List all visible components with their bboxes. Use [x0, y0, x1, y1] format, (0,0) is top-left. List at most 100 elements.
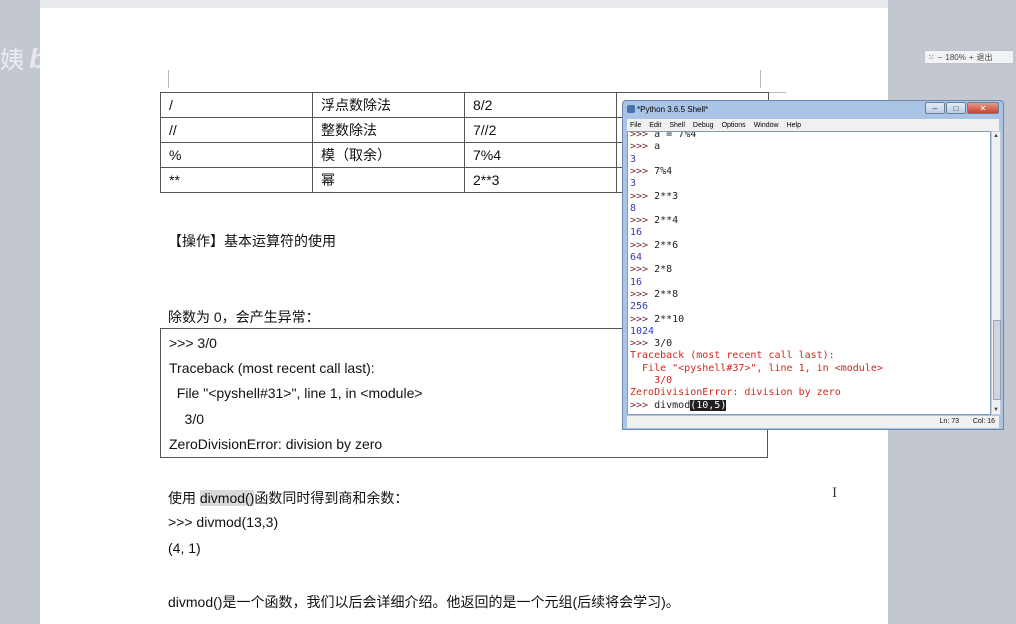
- scroll-thumb[interactable]: [993, 320, 1001, 400]
- table-cell: 幂: [312, 167, 465, 193]
- shell-line: >>> 2**3: [630, 191, 678, 203]
- menu-debug[interactable]: Debug: [693, 122, 714, 129]
- shell-current-input[interactable]: >>> divmod(10,5): [630, 399, 727, 412]
- table-cell: 模（取余）: [312, 142, 465, 168]
- divmod-intro-prefix: 使用: [168, 490, 200, 506]
- grid-icon[interactable]: ⁙: [928, 53, 935, 62]
- code-line: 3/0: [169, 411, 205, 427]
- shell-output: 64: [630, 252, 643, 263]
- shell-input: 2**10: [654, 313, 685, 325]
- python-icon: [627, 105, 635, 113]
- shell-prompt: >>>: [630, 264, 655, 276]
- crop-mark: [768, 92, 786, 93]
- shell-line: 3: [630, 178, 636, 190]
- operation-heading: 【操作】基本运算符的使用: [168, 233, 336, 249]
- shell-input: a: [654, 141, 661, 153]
- shell-line: ZeroDivisionError: division by zero: [630, 387, 841, 399]
- shell-output: 256: [630, 301, 649, 313]
- shell-text-area[interactable]: >>> a = 7%4 >>> a 3 >>> 7%4 3 >>> 2**3 8 >>> 2*…: [627, 131, 991, 415]
- table-cell: 7%4: [464, 142, 617, 168]
- selected-text: (10,5): [690, 399, 727, 411]
- scroll-down-icon[interactable]: ▼: [992, 406, 1000, 414]
- shell-line: 16: [630, 277, 642, 289]
- shell-output: 16: [630, 227, 643, 239]
- menu-window[interactable]: Window: [754, 122, 779, 129]
- shell-prompt: >>>: [630, 338, 655, 350]
- code-line: >>> 3/0: [169, 335, 217, 351]
- shell-prompt: >>>: [630, 239, 655, 251]
- shell-line: >>> a = 7%4: [630, 131, 696, 141]
- top-strip: [0, 0, 1016, 8]
- crop-mark: [168, 70, 169, 88]
- shell-line: >>> 2**8: [630, 289, 678, 301]
- shell-line: 8: [630, 203, 636, 215]
- zoom-toolbar: ⁙ − 180% + 退出: [924, 50, 1014, 64]
- divmod-result: (4, 1): [168, 540, 201, 556]
- divmod-intro-suffix: 函数同时得到商和余数：: [254, 490, 409, 506]
- maximize-button[interactable]: □: [946, 102, 966, 114]
- shell-line: Traceback (most recent call last):: [630, 350, 835, 362]
- divmod-example: >>> divmod(13,3): [168, 514, 279, 530]
- shell-line: File "<pyshell#37>", line 1, in <module>: [630, 363, 883, 375]
- crop-mark: [760, 70, 761, 88]
- zoom-in-button[interactable]: +: [969, 53, 974, 62]
- shell-line: 16: [630, 227, 642, 239]
- shell-line: 256: [630, 301, 648, 313]
- column-number: Col: 16: [972, 418, 995, 425]
- table-cell: 2**3: [464, 167, 617, 193]
- shell-prompt: >>>: [630, 131, 655, 140]
- text-cursor-icon: I: [832, 486, 838, 501]
- shell-output: 16: [630, 276, 643, 288]
- menu-bar: File Edit Shell Debug Options Window Hel…: [627, 119, 999, 131]
- shell-error: File "<pyshell#37>", line 1, in <module>: [630, 362, 883, 374]
- table-cell: //: [160, 117, 313, 143]
- menu-options[interactable]: Options: [722, 122, 746, 129]
- shell-prompt: >>>: [630, 190, 655, 202]
- shell-input: 2*8: [654, 264, 673, 276]
- shell-prompt: >>>: [630, 288, 655, 300]
- shell-input: 2**8: [654, 288, 679, 300]
- zero-division-note: 除数为 0，会产生异常：: [168, 309, 320, 325]
- shell-input: divmod: [654, 399, 691, 411]
- menu-file[interactable]: File: [630, 122, 641, 129]
- shell-error: 3/0: [630, 375, 673, 386]
- shell-line: >>> 2**6: [630, 240, 678, 252]
- table-cell: **: [160, 167, 313, 193]
- shell-line: 1024: [630, 326, 654, 338]
- menu-shell[interactable]: Shell: [669, 122, 685, 129]
- divmod-note: divmod()是一个函数，我们以后会详细介绍。他返回的是一个元组(后续将会学习…: [168, 594, 680, 610]
- minimize-button[interactable]: –: [925, 102, 945, 114]
- shell-output: 3: [630, 153, 637, 165]
- shell-input: 2**3: [654, 190, 679, 202]
- scroll-up-icon[interactable]: ▲: [992, 132, 1000, 140]
- shell-output: 1024: [630, 325, 655, 337]
- shell-output: 8: [630, 202, 637, 214]
- shell-error: Traceback (most recent call last):: [630, 350, 835, 362]
- table-cell: 整数除法: [312, 117, 465, 143]
- left-margin: [0, 0, 40, 624]
- vertical-scrollbar[interactable]: ▲ ▼: [991, 131, 1001, 415]
- shell-prompt: >>>: [630, 399, 655, 411]
- python-shell-window[interactable]: *Python 3.6.5 Shell* – □ ✕ File Edit She…: [622, 100, 1004, 430]
- shell-prompt: >>>: [630, 165, 655, 177]
- shell-line: >>> 2**4: [630, 215, 678, 227]
- code-line: File "<pyshell#31>", line 1, in <module>: [169, 385, 423, 401]
- table-cell: /: [160, 92, 313, 118]
- table-cell: 8/2: [464, 92, 617, 118]
- close-button[interactable]: ✕: [967, 102, 999, 114]
- shell-line: 3: [630, 154, 636, 166]
- shell-prompt: >>>: [630, 313, 655, 325]
- menu-help[interactable]: Help: [787, 122, 801, 129]
- menu-edit[interactable]: Edit: [649, 122, 661, 129]
- shell-output: 3: [630, 178, 637, 190]
- shell-input: 2**4: [654, 215, 679, 227]
- zoom-out-button[interactable]: −: [938, 53, 943, 62]
- table-cell: 浮点数除法: [312, 92, 465, 118]
- exit-button[interactable]: 退出: [977, 52, 993, 63]
- table-cell: 7//2: [464, 117, 617, 143]
- shell-prompt: >>>: [630, 141, 655, 153]
- shell-error: ZeroDivisionError: division by zero: [630, 387, 841, 399]
- shell-line: >>> 2*8: [630, 264, 672, 276]
- zoom-level: 180%: [945, 52, 966, 62]
- status-bar: Ln: 73 Col: 16: [627, 416, 999, 428]
